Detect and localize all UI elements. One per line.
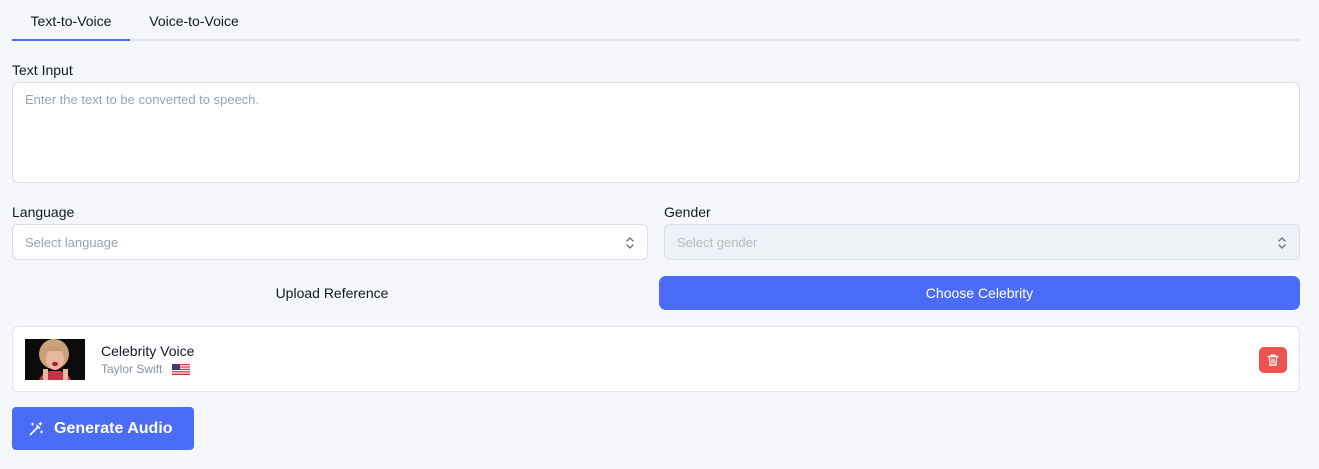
generate-audio-button[interactable]: Generate Audio [12,407,194,450]
gender-select-placeholder: Select gender [677,234,758,250]
us-flag-icon [172,363,191,375]
gender-label: Gender [664,204,711,220]
choose-celebrity-button[interactable]: Choose Celebrity [659,276,1300,310]
text-to-voice-page: Text-to-Voice Voice-to-Voice Text Input … [0,0,1319,469]
celebrity-avatar [25,339,85,380]
text-input-field[interactable] [12,82,1300,183]
language-select[interactable]: Select language [12,224,648,260]
text-input-label: Text Input [12,62,73,78]
voice-card-title: Celebrity Voice [101,343,195,359]
language-select-placeholder: Select language [25,234,119,250]
chevron-up-down-icon [1278,237,1286,249]
trash-icon [1267,354,1279,366]
gender-select[interactable]: Select gender [664,224,1300,260]
language-label: Language [12,204,75,220]
voice-card-subtitle: Taylor Swift [101,362,191,376]
tab-bar: Text-to-Voice Voice-to-Voice [12,0,1300,41]
magic-wand-icon [29,421,44,435]
chevron-up-down-icon [626,237,634,249]
generate-audio-label: Generate Audio [54,419,173,437]
delete-voice-button[interactable] [1259,347,1287,373]
celebrity-name: Taylor Swift [101,362,163,376]
selected-voice-card: Celebrity Voice Taylor Swift [12,326,1300,392]
tab-voice-to-voice[interactable]: Voice-to-Voice [130,0,258,39]
tab-text-to-voice[interactable]: Text-to-Voice [12,0,130,41]
upload-reference-button[interactable]: Upload Reference [12,276,652,310]
